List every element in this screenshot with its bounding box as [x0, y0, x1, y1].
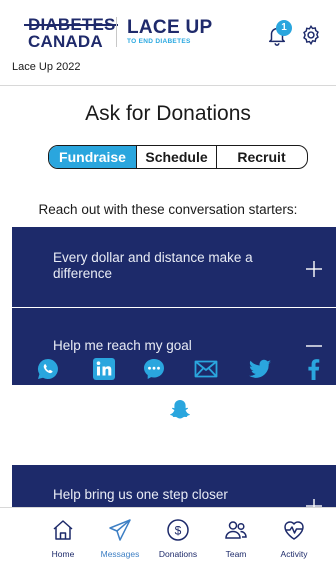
lace-up-logo: LACE UP TO END DIABETES: [127, 17, 213, 45]
gear-icon[interactable]: [300, 24, 322, 46]
linkedin-icon[interactable]: [92, 357, 116, 381]
plus-icon: [306, 261, 322, 277]
tab-schedule[interactable]: Schedule: [137, 146, 217, 168]
share-options: [0, 352, 336, 436]
app-header: DIABETES CANADA LACE UP TO END DIABETES …: [0, 0, 336, 86]
nav-label: Messages: [100, 549, 140, 559]
whatsapp-icon[interactable]: [36, 357, 60, 381]
plus-icon: [306, 499, 322, 507]
messages-icon: [109, 519, 131, 541]
event-name: Lace Up 2022: [12, 61, 81, 73]
segment-tabs: Fundraise Schedule Recruit: [48, 145, 308, 169]
donations-icon: $: [167, 519, 189, 541]
team-icon: [225, 521, 247, 539]
nav-home[interactable]: Home: [38, 508, 88, 564]
activity-icon: [284, 521, 304, 540]
accordion-every-dollar[interactable]: Every dollar and distance make a differe…: [12, 227, 336, 307]
nav-label: Team: [225, 549, 247, 559]
accordion-one-step-closer[interactable]: Help bring us one step closer: [12, 465, 336, 507]
notification-badge: 1: [276, 20, 292, 36]
logo-divider: [116, 17, 117, 47]
twitter-icon[interactable]: [248, 357, 272, 381]
messenger-icon[interactable]: [142, 357, 166, 381]
nav-donations[interactable]: $ Donations: [153, 508, 203, 564]
bottom-navigation: Home Messages $ Donations Team Activity: [0, 507, 336, 564]
nav-activity[interactable]: Activity: [269, 508, 319, 564]
tab-fundraise[interactable]: Fundraise: [49, 146, 137, 168]
accordion-label: Every dollar and distance make a differe…: [53, 250, 253, 281]
snapchat-icon[interactable]: [168, 398, 192, 422]
diabetes-canada-logo[interactable]: DIABETES CANADA: [24, 16, 118, 50]
nav-label: Home: [51, 549, 75, 559]
facebook-icon[interactable]: [302, 357, 326, 381]
page-title: Ask for Donations: [85, 102, 251, 125]
email-icon[interactable]: [194, 357, 218, 381]
home-icon: [53, 520, 73, 540]
tab-recruit[interactable]: Recruit: [217, 146, 306, 168]
nav-label: Activity: [280, 549, 308, 559]
intro-text: Reach out with these conversation starte…: [38, 202, 298, 217]
nav-label: Donations: [158, 549, 198, 559]
svg-text:$: $: [175, 524, 182, 538]
nav-team[interactable]: Team: [211, 508, 261, 564]
nav-messages[interactable]: Messages: [95, 508, 145, 564]
accordion-label: Help bring us one step closer: [53, 487, 228, 502]
